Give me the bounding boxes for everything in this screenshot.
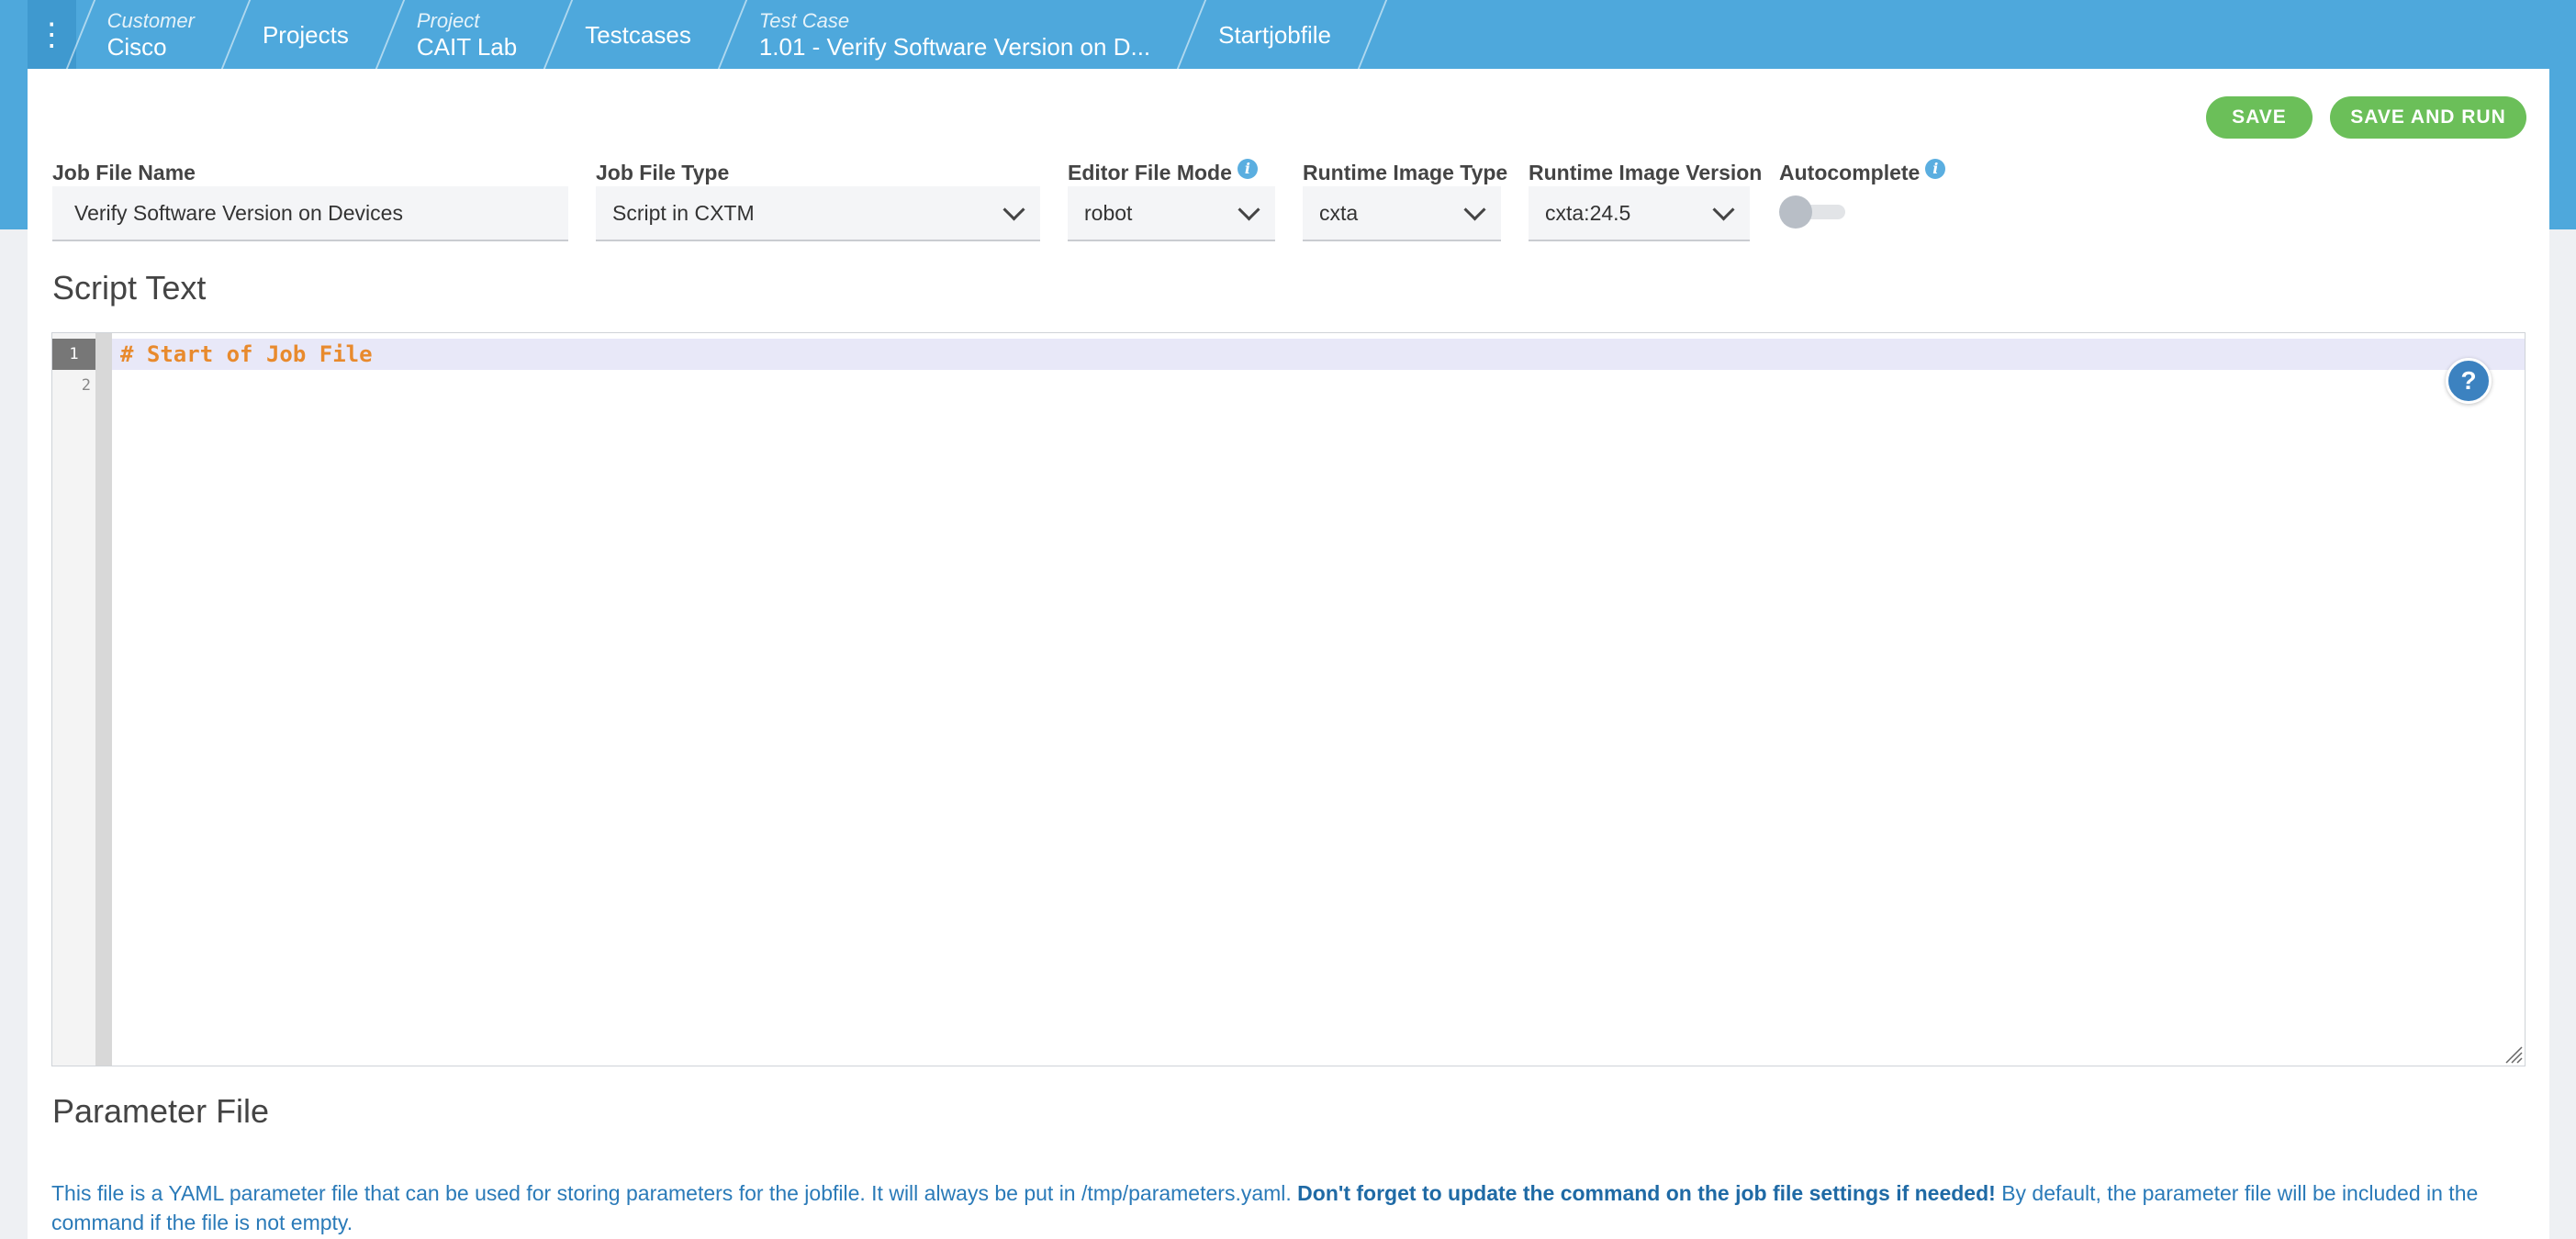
editor-file-mode-value: robot [1084,200,1133,225]
runtime-image-type-label: Runtime Image Type [1303,161,1507,185]
breadcrumb-label: Projects [262,20,349,49]
editor-fold-bar [95,333,112,1066]
runtime-image-type-select[interactable]: cxta [1303,186,1501,241]
breadcrumb-startjobfile[interactable]: Startjobfile [1187,0,1368,69]
runtime-image-type-label-text: Runtime Image Type [1303,161,1508,184]
chevron-down-icon [1238,197,1260,221]
runtime-image-version-label-text: Runtime Image Version [1529,161,1763,184]
line-number: 1 [52,339,95,370]
breadcrumb-caption: Project [416,8,480,32]
breadcrumb-testcases[interactable]: Testcases [554,0,728,69]
runtime-image-type-value: cxta [1319,200,1359,225]
job-file-name-value: Verify Software Version on Devices [74,200,403,225]
job-file-name-label: Job File Name [52,161,196,185]
job-file-type-select[interactable]: Script in CXTM [596,186,1040,241]
runtime-image-version-value: cxta:24.5 [1545,200,1631,225]
chevron-down-icon [1002,197,1025,221]
info-icon[interactable]: i [1925,158,1946,179]
info-icon[interactable]: i [1237,158,1258,179]
job-file-name-label-text: Job File Name [52,161,196,184]
save-button[interactable]: SAVE [2206,96,2313,139]
parameter-file-title: Parameter File [52,1092,270,1130]
breadcrumb-label: 1.01 - Verify Software Version on D... [758,32,1151,61]
breadcrumb-label: Testcases [585,20,691,49]
parameter-desc-text: This file is a YAML parameter file that … [51,1181,1298,1205]
save-and-run-button[interactable]: SAVE AND RUN [2330,96,2526,139]
autocomplete-label-text: Autocomplete [1779,161,1921,184]
parameter-desc-warning: Don't forget to update the command on th… [1297,1181,1996,1205]
breadcrumb: ⋮ Customer Cisco Projects Project CAIT L… [28,0,1368,69]
line-number: 2 [81,376,91,395]
editor-file-mode-label: Editor File Mode i [1068,158,1258,185]
chevron-down-icon [1463,197,1486,221]
toggle-knob [1779,195,1812,229]
more-vertical-icon[interactable]: ⋮ [28,0,76,69]
autocomplete-toggle[interactable] [1779,195,1849,229]
resize-handle-icon[interactable] [2503,1044,2523,1064]
editor-file-mode-select[interactable]: robot [1068,186,1275,241]
breadcrumb-label: Startjobfile [1218,20,1331,49]
autocomplete-label: Autocomplete i [1779,158,1946,185]
job-file-card: SAVE SAVE AND RUN Job File Name Verify S… [28,69,2549,1239]
editor-gutter [52,333,95,1066]
breadcrumb-label: CAIT Lab [416,32,518,61]
code-line[interactable]: # Start of Job File [120,339,373,370]
breadcrumb-label: Cisco [106,32,167,61]
runtime-image-version-select[interactable]: cxta:24.5 [1529,186,1750,241]
breadcrumb-caption: Customer [106,8,195,32]
breadcrumb-project[interactable]: Project CAIT Lab [386,0,554,69]
job-file-type-value: Script in CXTM [612,200,755,225]
script-text-title: Script Text [52,269,207,307]
editor-file-mode-label-text: Editor File Mode [1068,161,1232,184]
breadcrumb-projects[interactable]: Projects [231,0,386,69]
script-editor[interactable]: 1 2 # Start of Job File [51,332,2526,1066]
breadcrumb-caption: Test Case [758,8,850,32]
breadcrumb-customer[interactable]: Customer Cisco [76,0,231,69]
job-file-type-label-text: Job File Type [596,161,730,184]
job-file-type-label: Job File Type [596,161,729,185]
chevron-down-icon [1712,197,1735,221]
active-line-highlight [112,339,2525,370]
breadcrumb-test-case[interactable]: Test Case 1.01 - Verify Software Version… [728,0,1187,69]
runtime-image-version-label: Runtime Image Version [1529,161,1762,185]
parameter-file-description: This file is a YAML parameter file that … [51,1178,2521,1237]
help-icon[interactable]: ? [2446,358,2492,404]
job-file-name-input[interactable]: Verify Software Version on Devices [52,186,568,241]
